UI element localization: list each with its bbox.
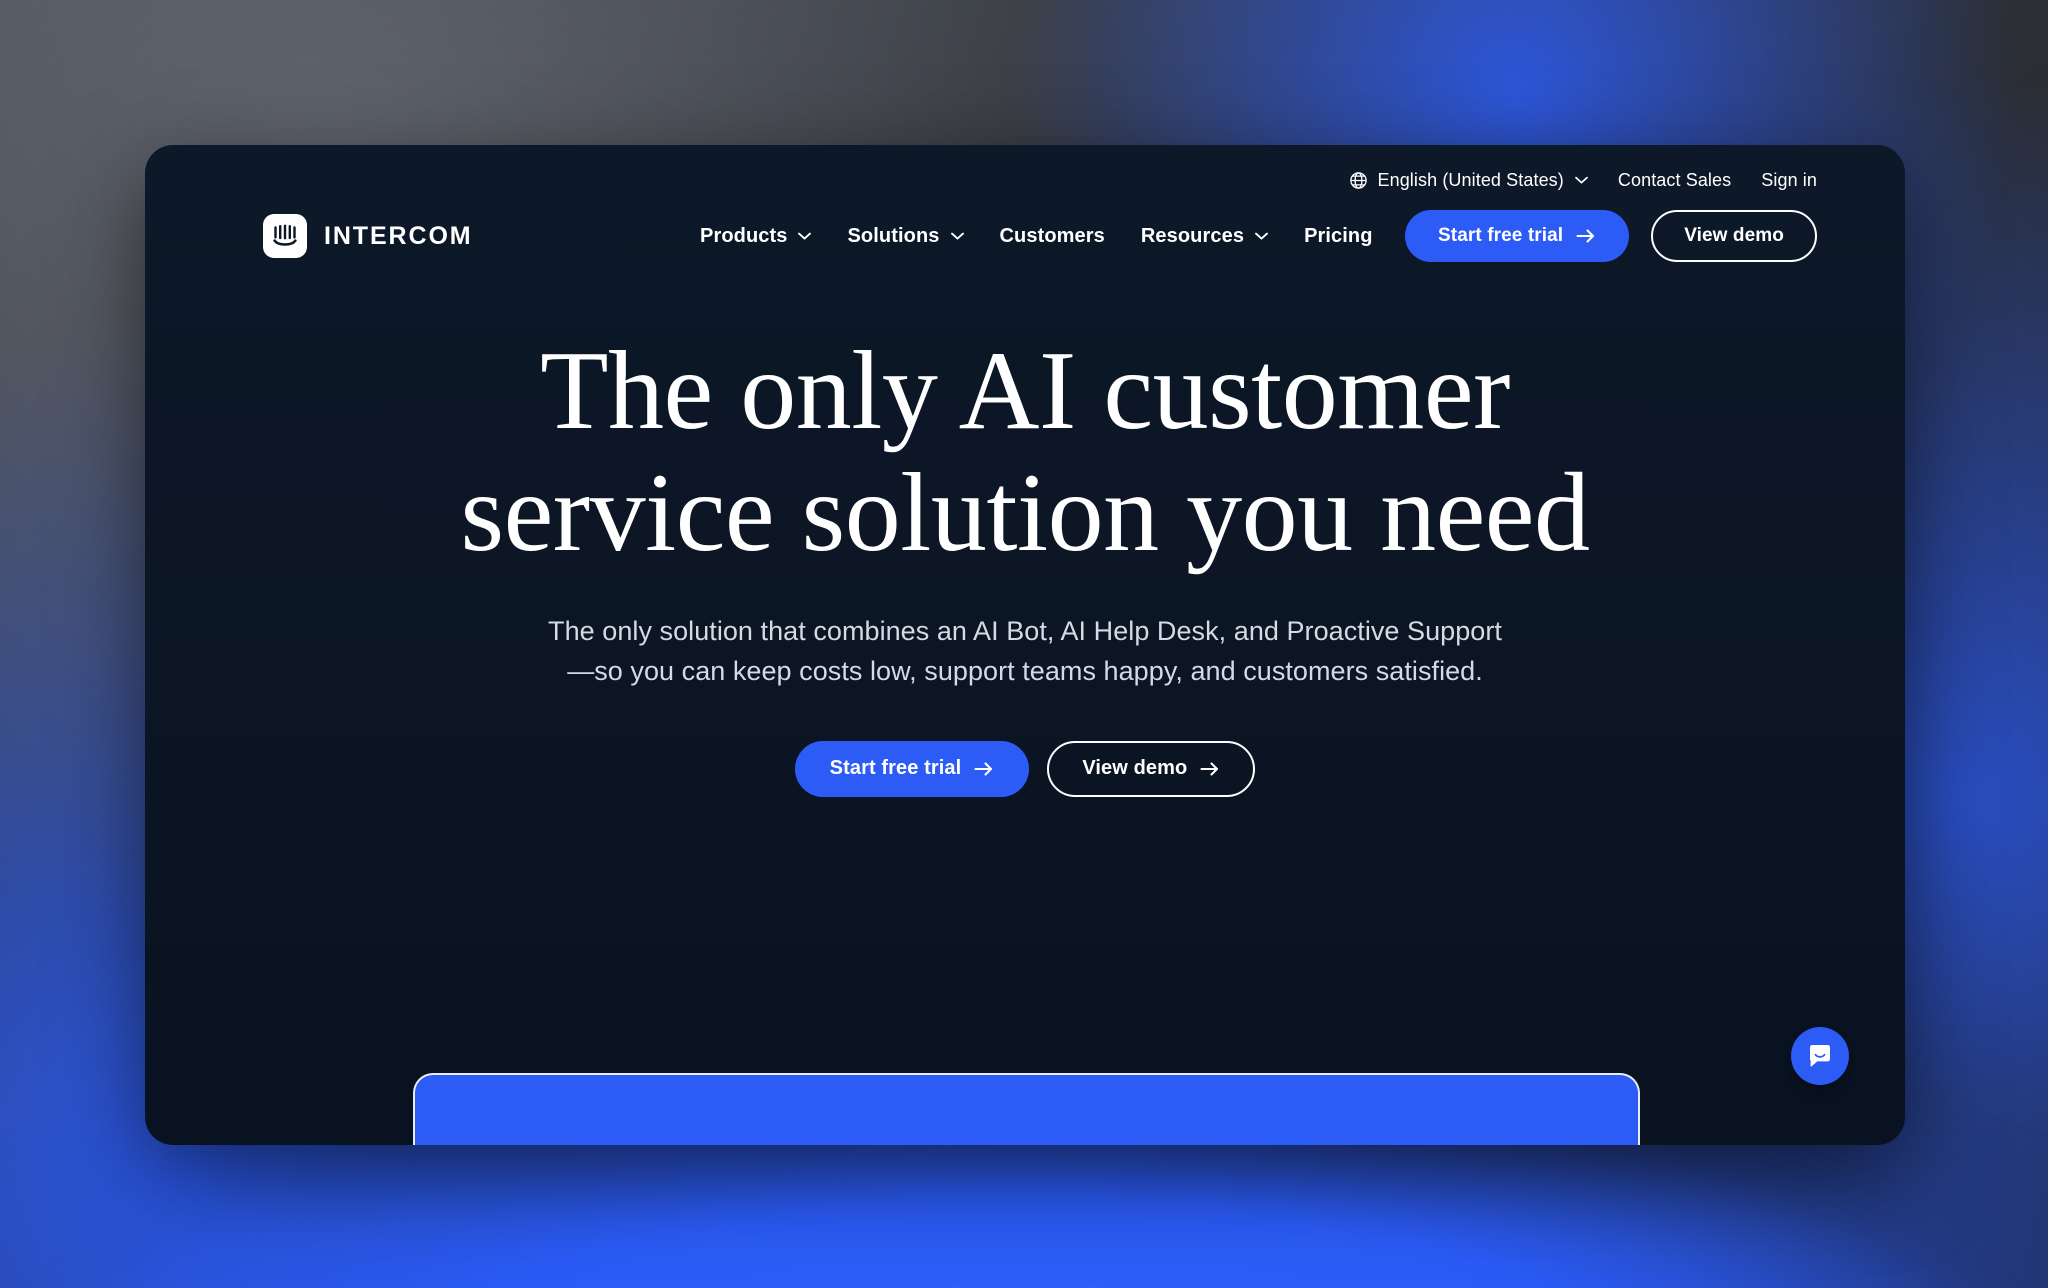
nav-item-label: Pricing [1304, 224, 1373, 247]
hero-start-free-trial-label: Start free trial [829, 757, 962, 780]
hero-title-line-2: service solution you need [460, 450, 1591, 575]
nav-item-pricing[interactable]: Pricing [1304, 225, 1373, 248]
hero-subtitle: The only solution that combines an AI Bo… [548, 616, 1502, 686]
brand-name: INTERCOM [324, 221, 473, 250]
chevron-down-icon [1573, 176, 1588, 184]
nav-item-label: Customers [999, 224, 1105, 247]
language-selector[interactable]: English (United States) [1349, 169, 1588, 191]
nav-item-label: Solutions [847, 224, 940, 247]
brand-logo-link[interactable]: INTERCOM [263, 214, 473, 258]
intercom-logo-icon [263, 214, 307, 258]
hero-start-free-trial-button[interactable]: Start free trial [794, 740, 1030, 797]
sign-in-link[interactable]: Sign in [1761, 170, 1817, 191]
nav-view-demo-button[interactable]: View demo [1651, 210, 1817, 262]
nav-item-resources[interactable]: Resources [1140, 224, 1269, 248]
nav-start-free-trial-label: Start free trial [1438, 225, 1564, 246]
nav-start-free-trial-button[interactable]: Start free trial [1405, 210, 1630, 262]
main-navigation: INTERCOM Products Solutions Customers Re… [145, 193, 1905, 279]
intercom-chat-launcher-button[interactable] [1791, 1027, 1849, 1085]
arrow-right-icon [974, 761, 994, 777]
contact-sales-link[interactable]: Contact Sales [1618, 170, 1731, 191]
nav-item-label: Resources [1140, 224, 1245, 247]
arrow-right-icon [1200, 761, 1220, 777]
chevron-down-icon [949, 232, 964, 240]
nav-cta-group: Start free trial View demo [1405, 210, 1817, 262]
language-label: English (United States) [1377, 169, 1564, 190]
hero-section: The only AI customer service solution yo… [145, 329, 1905, 797]
nav-item-customers[interactable]: Customers [1000, 225, 1105, 248]
utility-bar: English (United States) Contact Sales Si… [1349, 163, 1817, 197]
nav-links: Products Solutions Customers Resources P… [700, 225, 1373, 248]
globe-icon [1349, 171, 1368, 190]
nav-item-label: Products [700, 224, 788, 247]
chevron-down-icon [796, 232, 812, 240]
hero-view-demo-button[interactable]: View demo [1047, 740, 1256, 797]
hero-title-line-1: The only AI customer [540, 329, 1510, 453]
website-page-card: English (United States) Contact Sales Si… [145, 145, 1905, 1145]
hero-cta-group: Start free trial View demo [265, 740, 1785, 797]
arrow-right-icon [1576, 228, 1596, 244]
nav-view-demo-label: View demo [1684, 225, 1784, 246]
nav-item-products[interactable]: Products [700, 224, 812, 248]
chevron-down-icon [1253, 232, 1269, 240]
page-title: The only AI customer service solution yo… [265, 329, 1785, 575]
hero-media-panel [413, 1073, 1640, 1145]
intercom-chat-bubble-icon [1806, 1042, 1834, 1070]
hero-view-demo-label: View demo [1082, 757, 1188, 780]
nav-item-solutions[interactable]: Solutions [847, 224, 964, 248]
